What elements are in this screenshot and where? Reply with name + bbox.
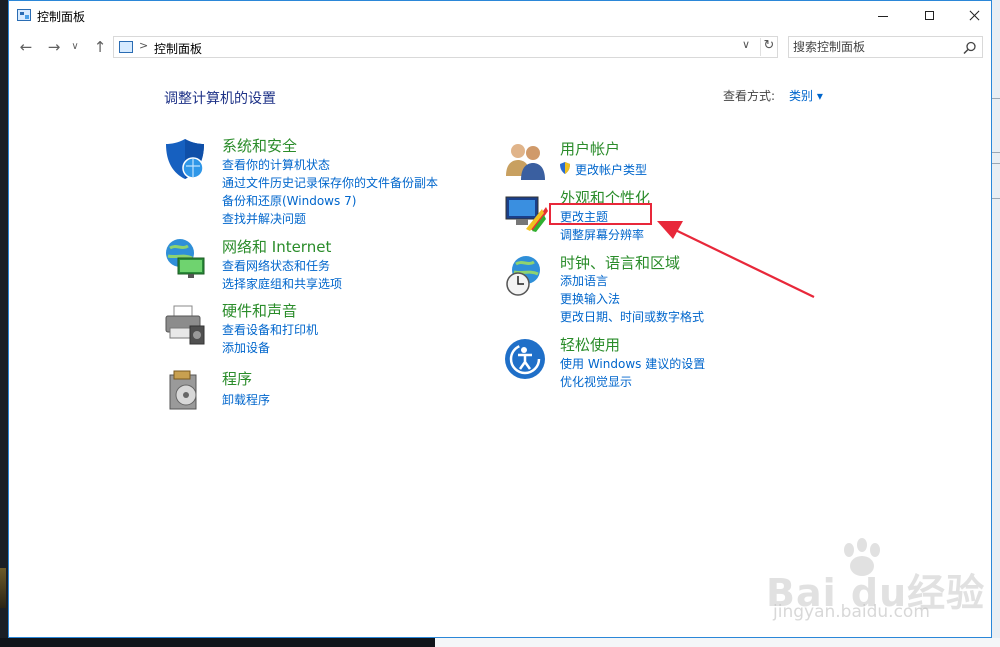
close-icon — [951, 1, 991, 31]
category-ease-of-access[interactable]: 轻松使用 — [560, 334, 620, 355]
search-icon[interactable] — [963, 41, 977, 55]
minimize-icon — [878, 16, 888, 17]
link-devices-printers[interactable]: 查看设备和打印机 — [222, 321, 318, 338]
printer-icon[interactable] — [162, 302, 208, 348]
page-title: 调整计算机的设置 — [164, 91, 276, 107]
category-hardware-sound[interactable]: 硬件和声音 — [222, 300, 297, 321]
desktop-left-edge — [0, 0, 8, 647]
address-dropdown-icon[interactable]: ∨ — [742, 38, 750, 51]
recent-locations-button[interactable]: ∨ — [67, 34, 83, 60]
programs-icon[interactable] — [162, 367, 208, 413]
link-change-account-type[interactable]: 更改帐户类型 — [575, 161, 647, 178]
desktop-right-edge — [992, 0, 1000, 647]
up-button[interactable]: ↑ — [89, 34, 111, 60]
desktop-line — [992, 198, 1000, 199]
shield-icon[interactable] — [162, 136, 208, 182]
appearance-monitor-icon[interactable] — [502, 189, 548, 235]
search-input[interactable] — [793, 39, 953, 55]
taskbar-strip — [435, 638, 1000, 647]
category-system-security[interactable]: 系统和安全 — [222, 135, 297, 156]
control-panel-window: 控制面板 ← → ∨ ↑ > 控制面板 ∨ ↻ 调整计算机的设置 查看方式: 类… — [8, 0, 992, 638]
category-user-accounts[interactable]: 用户帐户 — [560, 138, 620, 159]
link-troubleshoot[interactable]: 查找并解决问题 — [222, 210, 306, 227]
annotation-arrow — [657, 221, 815, 298]
control-panel-icon — [17, 9, 31, 21]
desktop-item — [0, 568, 6, 608]
desktop-line — [992, 163, 1000, 164]
title-bar[interactable]: 控制面板 — [9, 1, 991, 31]
uac-shield-icon — [560, 162, 570, 174]
link-file-history-backup[interactable]: 通过文件历史记录保存你的文件备份副本 — [222, 174, 438, 191]
refresh-button[interactable]: ↻ — [760, 38, 777, 56]
search-box[interactable] — [788, 36, 983, 58]
link-add-device[interactable]: 添加设备 — [222, 339, 270, 356]
breadcrumb-separator: > — [139, 39, 149, 52]
control-panel-icon — [119, 41, 133, 53]
link-add-language[interactable]: 添加语言 — [560, 272, 608, 289]
address-bar[interactable]: > 控制面板 ∨ ↻ — [113, 36, 778, 58]
minimize-button[interactable] — [861, 1, 907, 31]
desktop-line — [992, 98, 1000, 99]
view-by-label: 查看方式: — [723, 89, 776, 103]
link-network-status[interactable]: 查看网络状态和任务 — [222, 257, 330, 274]
category-network-internet[interactable]: 网络和 Internet — [222, 236, 331, 257]
forward-button[interactable]: → — [43, 34, 65, 60]
view-by-dropdown[interactable]: 类别 ▾ — [789, 87, 823, 104]
link-view-computer-status[interactable]: 查看你的计算机状态 — [222, 156, 330, 173]
link-optimize-visual-display[interactable]: 优化视觉显示 — [560, 373, 632, 390]
taskbar — [0, 638, 1000, 647]
category-programs[interactable]: 程序 — [222, 368, 252, 389]
watermark-url: jingyan.baidu.com — [773, 602, 930, 622]
window-title: 控制面板 — [37, 10, 86, 24]
desktop-line — [992, 152, 1000, 153]
link-change-input-method[interactable]: 更换输入法 — [560, 290, 620, 307]
ease-of-access-icon[interactable] — [502, 336, 548, 382]
link-uninstall-program[interactable]: 卸载程序 — [222, 391, 270, 408]
link-backup-restore[interactable]: 备份和还原(Windows 7) — [222, 192, 356, 209]
back-button[interactable]: ← — [15, 34, 37, 60]
close-button[interactable] — [951, 1, 991, 31]
link-homegroup-sharing[interactable]: 选择家庭组和共享选项 — [222, 275, 342, 292]
link-windows-recommended-settings[interactable]: 使用 Windows 建议的设置 — [560, 355, 705, 372]
maximize-button[interactable] — [907, 1, 953, 31]
maximize-icon — [925, 11, 934, 20]
link-screen-resolution[interactable]: 调整屏幕分辨率 — [560, 226, 644, 243]
clock-globe-icon[interactable] — [502, 254, 548, 300]
network-globe-icon[interactable] — [162, 236, 208, 282]
link-date-time-number-format[interactable]: 更改日期、时间或数字格式 — [560, 308, 704, 325]
users-icon[interactable] — [502, 138, 548, 184]
highlight-box — [549, 203, 652, 225]
breadcrumb-control-panel[interactable]: 控制面板 — [154, 40, 202, 57]
navigation-bar: ← → ∨ ↑ > 控制面板 ∨ ↻ — [9, 34, 991, 60]
